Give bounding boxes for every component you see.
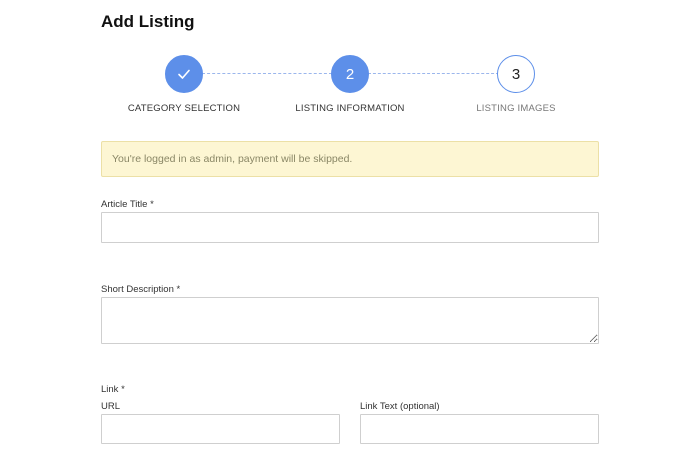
step-1-label: CATEGORY SELECTION xyxy=(127,103,241,114)
url-label: URL xyxy=(101,401,121,412)
add-listing-page: Add Listing 2 3 CATEGORY SELECTION LISTI… xyxy=(0,0,700,458)
short-description-textarea[interactable] xyxy=(101,297,599,344)
progress-stepper: 2 3 CATEGORY SELECTION LISTING INFORMATI… xyxy=(0,0,700,130)
step-3-label: LISTING IMAGES xyxy=(476,103,556,114)
check-icon xyxy=(178,69,190,79)
step-connector-2 xyxy=(368,73,499,74)
short-description-label: Short Description * xyxy=(101,284,181,295)
step-1-completed-marker[interactable] xyxy=(165,55,203,93)
link-text-label: Link Text (optional) xyxy=(360,401,440,412)
link-section-label: Link * xyxy=(101,384,125,395)
step-2-label: LISTING INFORMATION xyxy=(295,103,405,114)
step-3-upcoming-marker[interactable]: 3 xyxy=(497,55,535,93)
notice-text: You're logged in as admin, payment will … xyxy=(112,153,353,165)
step-connector-1 xyxy=(202,73,332,74)
url-input[interactable] xyxy=(101,414,340,444)
link-text-input[interactable] xyxy=(360,414,599,444)
article-title-input[interactable] xyxy=(101,212,599,243)
step-2-active-marker[interactable]: 2 xyxy=(331,55,369,93)
article-title-label: Article Title * xyxy=(101,199,154,210)
admin-payment-notice: You're logged in as admin, payment will … xyxy=(101,141,599,177)
